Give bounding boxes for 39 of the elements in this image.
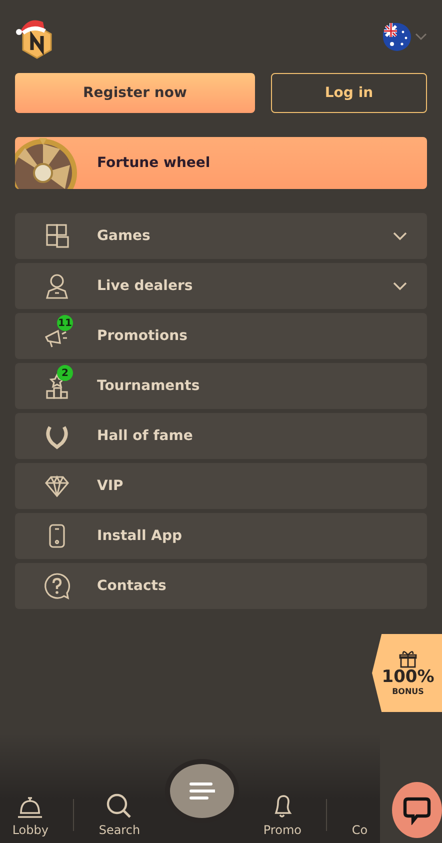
menu-item[interactable]: Live dealers	[15, 263, 427, 309]
menu-item-label: Promotions	[97, 326, 188, 346]
menu-item[interactable]: Hall of fame	[15, 413, 427, 459]
chevron-down-icon	[393, 232, 407, 240]
menu-item-label: Install App	[97, 526, 183, 546]
menu-item-label: Tournaments	[97, 376, 201, 396]
menu-item[interactable]: 11 Promotions	[15, 313, 427, 359]
menu-item[interactable]: Contacts	[15, 563, 427, 609]
language-selector[interactable]	[383, 22, 427, 50]
chevron-down-icon	[393, 282, 407, 290]
login-button[interactable]: Log in	[271, 73, 427, 113]
menu-item-label: Live dealers	[97, 276, 194, 296]
chat-button[interactable]	[392, 782, 442, 838]
menu-item[interactable]: 2 Tournaments	[15, 363, 427, 409]
bonus-tag[interactable]: 100% BONUS	[372, 634, 442, 712]
bonus-amount: 100%	[382, 668, 434, 686]
fortune-wheel-banner[interactable]: Fortune wheel	[15, 137, 427, 189]
menu-item-label: VIP	[97, 476, 124, 496]
menu-icon	[188, 782, 215, 800]
nav-tab[interactable]: Promo	[263, 791, 302, 839]
nav-tab[interactable]: Search	[98, 791, 140, 839]
count-badge: 11	[57, 315, 73, 331]
menu-item[interactable]: Games	[15, 213, 427, 259]
nav-tab[interactable]: Lobby	[12, 791, 48, 839]
menu-item-label: Contacts	[97, 576, 168, 596]
menu-item-label: Hall of fame	[97, 426, 194, 446]
question-chat-icon	[42, 571, 72, 601]
bonus-label: BONUS	[392, 686, 424, 698]
menu-item[interactable]: VIP	[15, 463, 427, 509]
fortune-wheel-label: Fortune wheel	[97, 154, 210, 172]
menu-item-label: Games	[97, 226, 152, 246]
count-badge: 2	[57, 365, 73, 381]
nav-tab[interactable]: Co	[352, 791, 368, 839]
gift-icon	[398, 648, 418, 668]
chevron-down-icon	[415, 32, 427, 40]
chat-icon	[402, 795, 432, 825]
register-button[interactable]: Register now	[15, 73, 255, 113]
menu-item[interactable]: Install App	[15, 513, 427, 559]
australia-flag-icon	[383, 22, 411, 50]
